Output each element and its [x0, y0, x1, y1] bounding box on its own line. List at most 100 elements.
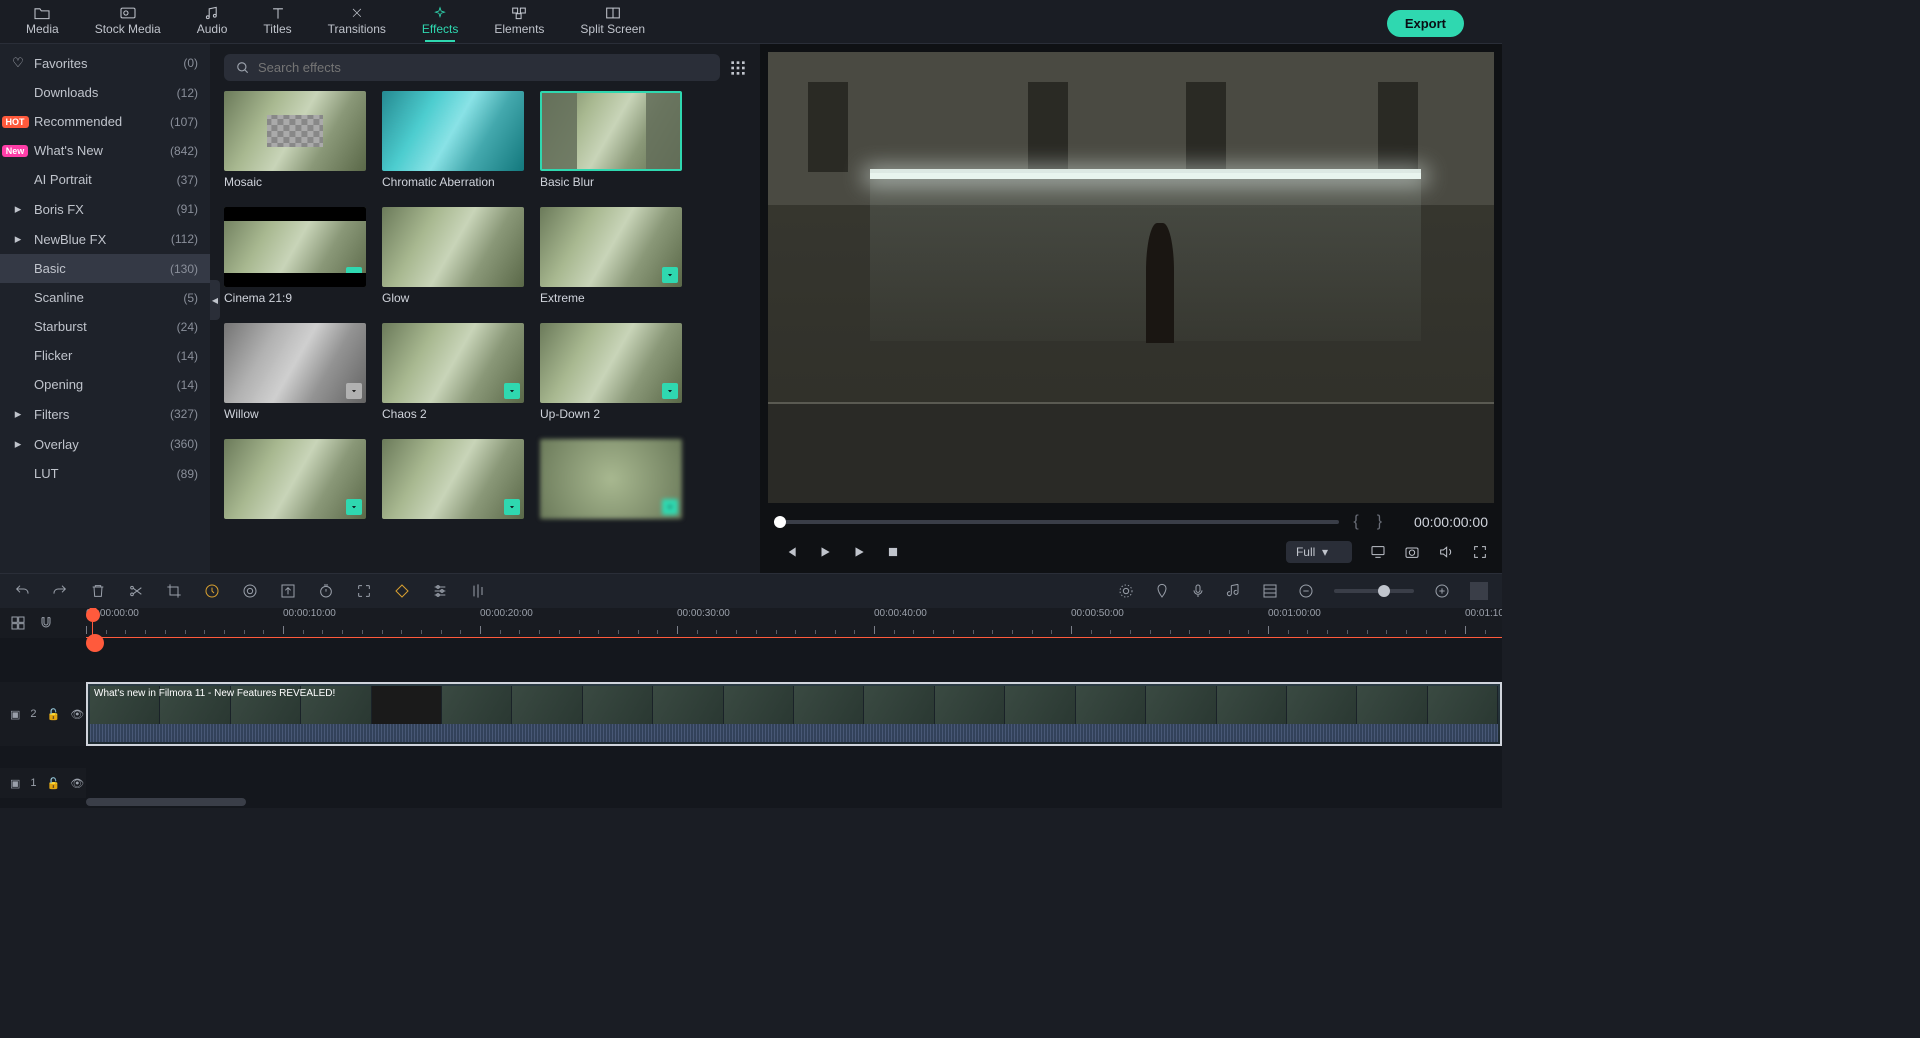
search-box[interactable]	[224, 54, 720, 81]
sidebar-item-recommended[interactable]: HOTRecommended(107)	[0, 107, 210, 136]
effect-card[interactable]	[382, 439, 524, 523]
export-button[interactable]: Export	[1387, 10, 1464, 37]
search-input[interactable]	[258, 60, 708, 75]
effect-card[interactable]: Mosaic	[224, 91, 366, 189]
sidebar-item-overlay[interactable]: ▸Overlay(360)	[0, 429, 210, 459]
sidebar-item-downloads[interactable]: Downloads(12)	[0, 78, 210, 107]
display-button[interactable]	[1370, 544, 1386, 560]
greenscreen-button[interactable]	[280, 583, 296, 599]
effect-card[interactable]: Cinema 21:9	[224, 207, 366, 305]
effect-thumb[interactable]	[224, 439, 366, 519]
sidebar-item-scanline[interactable]: Scanline(5)	[0, 283, 210, 312]
eye-icon[interactable]: 👁	[70, 777, 84, 790]
effect-card[interactable]: Glow	[382, 207, 524, 305]
effect-thumb[interactable]	[540, 207, 682, 287]
sidebar-collapse[interactable]: ◀	[210, 280, 220, 320]
zoom-handle[interactable]	[1378, 585, 1390, 597]
scrub-handle[interactable]	[774, 516, 786, 528]
sidebar-item-basic[interactable]: Basic(130)	[0, 254, 210, 283]
prev-frame-button[interactable]	[784, 545, 798, 559]
effect-card[interactable]: Up-Down 2	[540, 323, 682, 421]
effect-thumb[interactable]	[224, 323, 366, 403]
grid-view-toggle[interactable]	[730, 60, 746, 76]
keyframe-button[interactable]	[394, 583, 410, 599]
snap-button[interactable]	[38, 615, 54, 631]
sidebar-item-opening[interactable]: Opening(14)	[0, 370, 210, 399]
video-clip[interactable]: What's new in Filmora 11 - New Features …	[86, 682, 1502, 746]
zoom-out-button[interactable]	[1298, 583, 1314, 599]
effect-thumb[interactable]	[382, 91, 524, 171]
nav-stock-media[interactable]: Stock Media	[77, 6, 179, 36]
effect-card[interactable]	[224, 439, 366, 523]
record-button[interactable]	[1190, 583, 1206, 599]
track-options-button[interactable]	[10, 615, 26, 631]
eye-icon[interactable]: 👁	[70, 708, 84, 721]
nav-elements[interactable]: Elements	[476, 6, 562, 36]
audio-adjust-button[interactable]	[470, 583, 486, 599]
effect-thumb[interactable]	[224, 91, 366, 171]
nav-titles[interactable]: Titles	[245, 6, 309, 36]
nav-effects[interactable]: Effects	[404, 6, 476, 36]
effect-card[interactable]: Chromatic Aberration	[382, 91, 524, 189]
nav-media[interactable]: Media	[8, 6, 77, 36]
timeline-hscroll[interactable]	[0, 798, 1502, 808]
sidebar-item-newblue-fx[interactable]: ▸NewBlue FX(112)	[0, 224, 210, 254]
effect-thumb[interactable]	[382, 439, 524, 519]
inout-brackets[interactable]: {}	[1353, 513, 1400, 531]
scrub-track[interactable]	[774, 520, 1339, 524]
preview-canvas[interactable]	[768, 52, 1494, 503]
effect-card[interactable]: Willow	[224, 323, 366, 421]
quality-dropdown[interactable]: Full ▾	[1286, 541, 1352, 563]
effect-thumb[interactable]	[224, 207, 366, 287]
effect-thumb[interactable]	[540, 323, 682, 403]
video-track-body[interactable]: What's new in Filmora 11 - New Features …	[86, 682, 1502, 746]
effect-thumb[interactable]	[540, 91, 682, 171]
undo-button[interactable]	[14, 583, 30, 599]
sidebar-item-lut[interactable]: LUT(89)	[0, 459, 210, 488]
zoom-in-button[interactable]	[1434, 583, 1450, 599]
nav-transitions[interactable]: Transitions	[310, 6, 404, 36]
zoom-slider[interactable]	[1334, 589, 1414, 593]
effect-card[interactable]: Basic Blur	[540, 91, 682, 189]
redo-button[interactable]	[52, 583, 68, 599]
render-button[interactable]	[1118, 583, 1134, 599]
nav-split-screen[interactable]: Split Screen	[562, 6, 663, 36]
sidebar-item-what-s-new[interactable]: NewWhat's New(842)	[0, 136, 210, 165]
sidebar-item-filters[interactable]: ▸Filters(327)	[0, 399, 210, 429]
crop-button[interactable]	[166, 583, 182, 599]
zoom-fit-button[interactable]	[1470, 582, 1488, 600]
marker-button[interactable]	[1154, 583, 1170, 599]
play-button[interactable]	[818, 545, 832, 559]
playhead-knob[interactable]	[86, 634, 104, 652]
timeline-ruler[interactable]: 00:00:00:0000:00:10:0000:00:20:0000:00:3…	[86, 608, 1502, 638]
volume-button[interactable]	[1438, 544, 1454, 560]
snapshot-button[interactable]	[1404, 544, 1420, 560]
sidebar-item-starburst[interactable]: Starburst(24)	[0, 312, 210, 341]
track-manage-button[interactable]	[1262, 583, 1278, 599]
sidebar-item-ai-portrait[interactable]: AI Portrait(37)	[0, 165, 210, 194]
next-button[interactable]	[852, 545, 866, 559]
lock-icon[interactable]: 🔓	[47, 708, 61, 721]
nav-audio[interactable]: Audio	[179, 6, 246, 36]
adjust-button[interactable]	[432, 583, 448, 599]
split-button[interactable]	[128, 583, 144, 599]
duration-button[interactable]	[318, 583, 334, 599]
fullscreen-button[interactable]	[1472, 544, 1488, 560]
detect-button[interactable]	[356, 583, 372, 599]
stop-button[interactable]	[886, 545, 900, 559]
speed-button[interactable]	[204, 583, 220, 599]
effect-card[interactable]: Chaos 2	[382, 323, 524, 421]
audio-track-body[interactable]	[86, 768, 1502, 798]
effect-thumb[interactable]	[540, 439, 682, 519]
sidebar-item-flicker[interactable]: Flicker(14)	[0, 341, 210, 370]
delete-button[interactable]	[90, 583, 106, 599]
lock-icon[interactable]: 🔓	[47, 777, 61, 790]
color-button[interactable]	[242, 583, 258, 599]
effect-thumb[interactable]	[382, 207, 524, 287]
mixer-button[interactable]	[1226, 583, 1242, 599]
effect-thumb[interactable]	[382, 323, 524, 403]
sidebar-item-favorites[interactable]: ♡Favorites(0)	[0, 48, 210, 78]
effect-card[interactable]: Extreme	[540, 207, 682, 305]
effect-card[interactable]	[540, 439, 682, 523]
sidebar-item-boris-fx[interactable]: ▸Boris FX(91)	[0, 194, 210, 224]
